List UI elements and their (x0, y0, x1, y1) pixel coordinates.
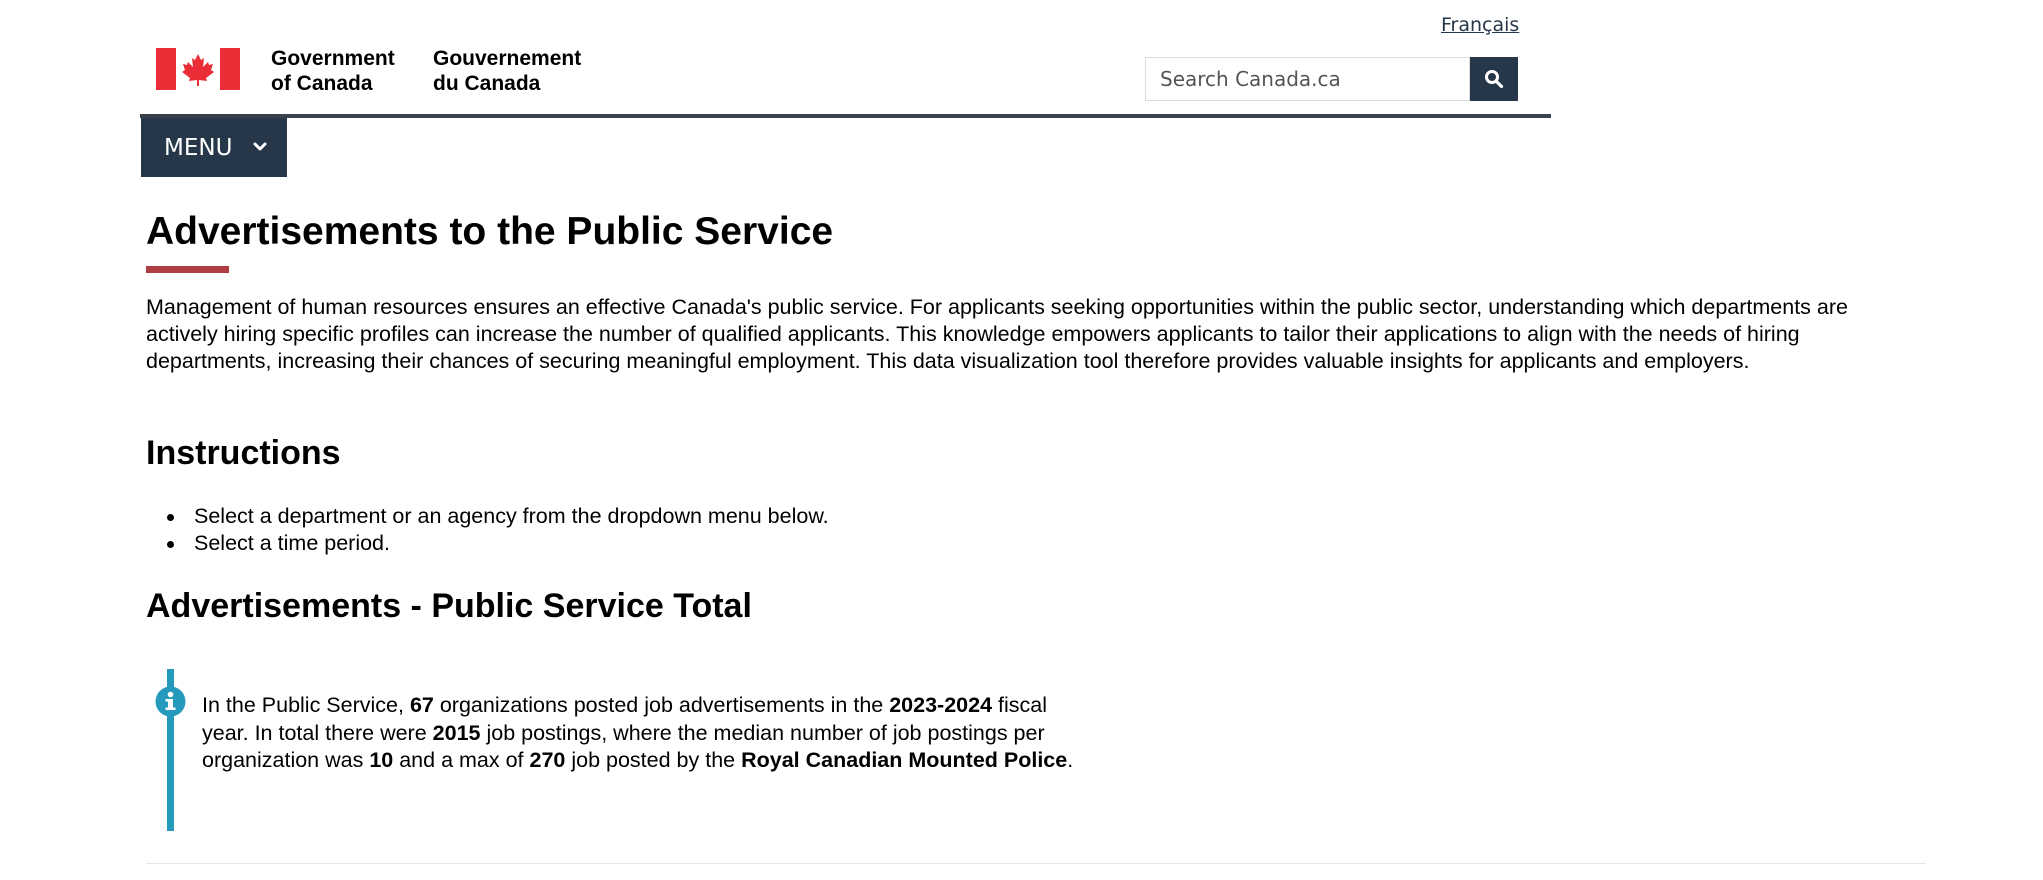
max-postings: 270 (529, 748, 566, 772)
signature-fr-line-2: du Canada (433, 72, 541, 95)
page-title: Advertisements to the Public Service (146, 210, 834, 253)
menu-label: MENU (164, 134, 233, 161)
info-icon (155, 686, 186, 717)
instructions-list: Select a department or an agency from th… (146, 503, 829, 557)
chevron-down-icon (253, 142, 267, 151)
fiscal-year: 2023-2024 (889, 693, 993, 717)
instructions-heading: Instructions (146, 434, 341, 472)
alert-text-part: job posted by the (565, 748, 742, 772)
info-alert-text: In the Public Service, 67 organizations … (202, 692, 1082, 775)
page: Français Government of Canada Gouverneme… (0, 0, 2043, 880)
bullet (167, 541, 174, 548)
header-divider (140, 114, 1551, 118)
alert-text-part: and a max of (393, 748, 530, 772)
content-divider (146, 863, 1926, 864)
total-section-heading: Advertisements - Public Service Total (146, 587, 752, 625)
organization-count: 67 (409, 693, 434, 717)
list-item: Select a time period. (167, 530, 829, 557)
intro-paragraph: Management of human resources ensures an… (146, 295, 1848, 373)
alert-text-part: organizations posted job advertisements … (433, 693, 890, 717)
language-toggle-link[interactable]: Français (1441, 14, 1519, 36)
signature-en-line-1: Government (271, 47, 395, 70)
search-input[interactable] (1145, 57, 1470, 101)
title-underline (146, 266, 229, 273)
top-organization: Royal Canadian Mounted Police (741, 748, 1068, 772)
canada-flag-icon (156, 48, 240, 90)
alert-text-part: In the Public Service, (202, 693, 410, 717)
signature-en-line-2: of Canada (271, 72, 373, 95)
instruction-text: Select a time period. (194, 531, 390, 555)
alert-text-part: . (1067, 748, 1074, 772)
search-icon (1485, 70, 1504, 89)
signature-fr-line-1: Gouvernement (433, 47, 582, 70)
median-postings: 10 (369, 748, 394, 772)
menu-button[interactable]: MENU (141, 118, 287, 177)
instruction-text: Select a department or an agency from th… (194, 504, 829, 528)
bullet (167, 514, 174, 521)
signature-french: Gouvernement du Canada (433, 46, 581, 96)
total-postings: 2015 (432, 720, 481, 745)
signature-english: Government of Canada (271, 46, 395, 96)
search-button[interactable] (1470, 57, 1518, 101)
list-item: Select a department or an agency from th… (167, 503, 829, 530)
